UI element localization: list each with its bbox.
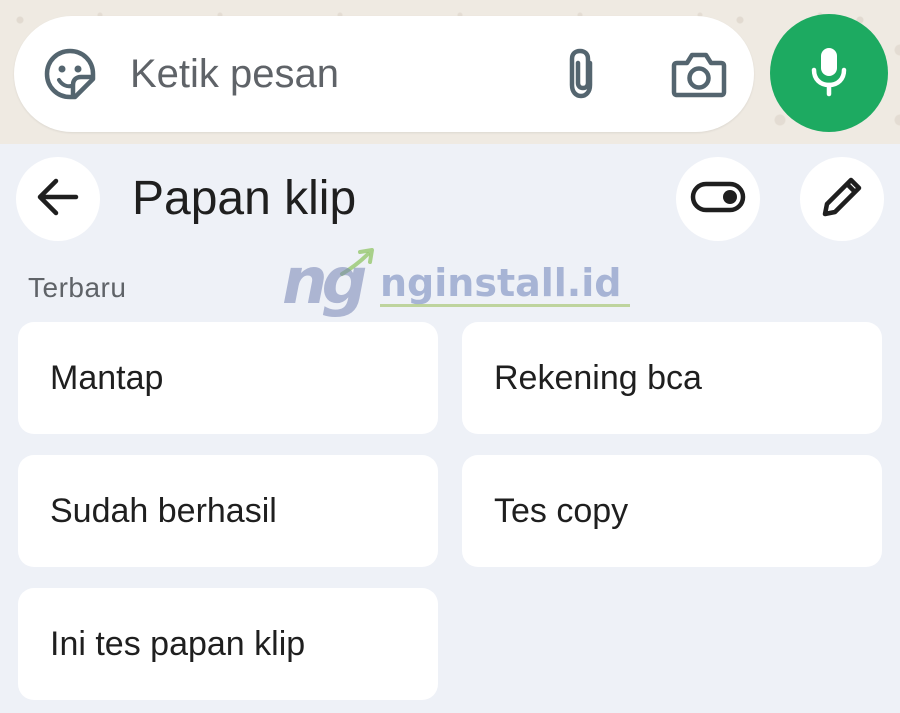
mic-icon: [809, 44, 849, 103]
clip-item[interactable]: Mantap: [18, 322, 438, 434]
sticker-icon[interactable]: [42, 46, 98, 102]
watermark-mark: ng: [282, 245, 367, 319]
mic-button[interactable]: [770, 14, 888, 132]
clipboard-toggle-button[interactable]: [676, 157, 760, 241]
watermark-underline: [380, 304, 630, 307]
back-arrow-icon: [36, 177, 80, 222]
pencil-icon: [819, 174, 865, 225]
clip-item[interactable]: Sudah berhasil: [18, 455, 438, 567]
compose-bar: [14, 16, 754, 132]
camera-icon[interactable]: [669, 46, 729, 102]
clip-item[interactable]: Tes copy: [462, 455, 882, 567]
clip-text: Sudah berhasil: [50, 491, 277, 530]
watermark-logo: ng nginstall.id: [282, 248, 632, 320]
back-button[interactable]: [16, 157, 100, 241]
attach-icon[interactable]: [554, 46, 610, 102]
clip-text: Tes copy: [494, 491, 629, 530]
clip-item[interactable]: Ini tes papan klip: [18, 588, 438, 700]
section-label-recent: Terbaru: [28, 272, 127, 303]
watermark-text: nginstall.id: [380, 261, 622, 305]
message-input[interactable]: [130, 46, 530, 102]
clip-item[interactable]: Rekening bca: [462, 322, 882, 434]
toggle-icon: [690, 181, 746, 218]
clip-text: Ini tes papan klip: [50, 624, 306, 663]
clip-text: Rekening bca: [494, 358, 702, 397]
clipboard-title: Papan klip: [132, 172, 357, 225]
edit-button[interactable]: [800, 157, 884, 241]
clip-text: Mantap: [50, 358, 164, 397]
